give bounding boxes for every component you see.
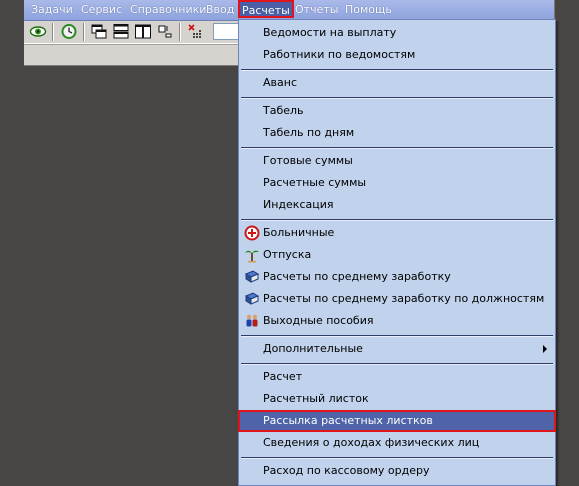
- menu-item[interactable]: Сведения о доходах физических лиц: [239, 433, 555, 453]
- menu-item[interactable]: Дополнительные: [239, 339, 555, 359]
- menu-separator: [241, 457, 553, 459]
- cascade-windows-icon[interactable]: [90, 23, 108, 40]
- menu-item[interactable]: Индексация: [239, 195, 555, 215]
- menu-item[interactable]: Расчеты по среднему заработку по должнос…: [239, 289, 555, 309]
- menu-item[interactable]: Работники по ведомостям: [239, 45, 555, 65]
- menu-separator: [241, 219, 553, 221]
- menu-item[interactable]: Расчетный листок: [239, 389, 555, 409]
- arrange-icons-icon[interactable]: [156, 23, 174, 40]
- menu-item[interactable]: Отпуска: [239, 245, 555, 265]
- menu-item[interactable]: Расход по кассовому ордеру: [239, 461, 555, 481]
- menu-item[interactable]: Выходные пособия: [239, 311, 555, 331]
- menu-item-label: Расчетный листок: [263, 392, 369, 405]
- menu-item[interactable]: Табель: [239, 101, 555, 121]
- menu-reports[interactable]: Отчеты: [295, 3, 338, 16]
- menu-item-label: Рассылка расчетных листков: [263, 414, 433, 427]
- menu-item-label: Дополнительные: [263, 342, 363, 355]
- menu-separator: [241, 363, 553, 365]
- book-icon: [244, 269, 260, 285]
- menu-item-label: Расчетные суммы: [263, 176, 367, 189]
- menu-item-label: Расчеты по среднему заработку: [263, 270, 451, 283]
- calculations-dropdown-menu: Ведомости на выплату Работники по ведомос…: [238, 19, 556, 486]
- menu-item-label: Аванс: [263, 76, 297, 89]
- menu-item[interactable]: Ведомости на выплату: [239, 23, 555, 43]
- menu-item-label: Отпуска: [263, 248, 312, 261]
- close-grid-icon[interactable]: [187, 23, 205, 40]
- menu-separator: [241, 97, 553, 99]
- menu-item-label: Табель по дням: [263, 126, 355, 139]
- clock-refresh-icon[interactable]: [60, 23, 78, 40]
- menu-service[interactable]: Сервис: [81, 3, 122, 16]
- tile-vertical-icon[interactable]: [134, 23, 152, 40]
- menu-item-label: Расход по кассовому ордеру: [263, 464, 430, 477]
- submenu-arrow-icon: [543, 345, 547, 353]
- menu-item[interactable]: Больничные: [239, 223, 555, 243]
- toolbar-separator: [52, 23, 54, 41]
- menu-item-label: Больничные: [263, 226, 335, 239]
- menu-item[interactable]: Расчетные суммы: [239, 173, 555, 193]
- menu-item-label: Табель: [263, 104, 304, 117]
- toolbar-separator: [83, 23, 85, 41]
- menubar: Задачи Сервис Справочники Ввод Расчеты О…: [24, 0, 554, 21]
- menu-item[interactable]: Расчет: [239, 367, 555, 387]
- menu-item[interactable]: Рассылка расчетных листков: [238, 410, 556, 432]
- menu-separator: [241, 335, 553, 337]
- menu-item[interactable]: Расчеты по среднему заработку: [239, 267, 555, 287]
- menu-separator: [241, 147, 553, 149]
- menu-input[interactable]: Ввод: [206, 3, 234, 16]
- book-icon: [244, 291, 260, 307]
- toolbar-field[interactable]: [213, 23, 241, 40]
- people-icon: [244, 313, 260, 329]
- menu-item[interactable]: Готовые суммы: [239, 151, 555, 171]
- menu-item-label: Готовые суммы: [263, 154, 353, 167]
- tile-horizontal-icon[interactable]: [112, 23, 130, 40]
- menu-references[interactable]: Справочники: [130, 3, 206, 16]
- menu-separator: [241, 69, 553, 71]
- menu-item-label: Сведения о доходах физических лиц: [263, 436, 480, 449]
- menu-item-label: Индексация: [263, 198, 334, 211]
- menu-item[interactable]: Табель по дням: [239, 123, 555, 143]
- toolbar-separator: [179, 23, 181, 41]
- menu-item-label: Расчеты по среднему заработку по должнос…: [263, 292, 545, 305]
- menu-item-label: Работники по ведомостям: [263, 48, 416, 61]
- eye-icon[interactable]: [29, 23, 47, 40]
- menu-item-label: Выходные пособия: [263, 314, 374, 327]
- palm-tree-icon: [244, 247, 260, 263]
- menu-tasks[interactable]: Задачи: [31, 3, 73, 16]
- menu-item-label: Ведомости на выплату: [263, 26, 397, 39]
- menu-item[interactable]: Аванс: [239, 73, 555, 93]
- menu-help[interactable]: Помощь: [345, 3, 392, 16]
- menu-calculations[interactable]: Расчеты: [238, 0, 294, 18]
- first-aid-icon: [244, 225, 260, 241]
- menu-item-label: Расчет: [263, 370, 303, 383]
